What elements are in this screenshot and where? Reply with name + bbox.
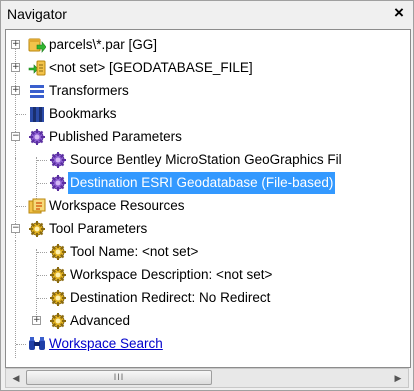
tree-item-destination-redirect[interactable]: Destination Redirect: No Redirect <box>6 287 410 309</box>
scroll-right-icon[interactable]: ▶ <box>389 369 407 387</box>
tree-item-label: Published Parameters <box>49 129 182 144</box>
source-dataset-icon <box>28 38 46 53</box>
tree-item-tool-parameters[interactable]: − Tool Parameters <box>6 218 410 240</box>
workspace-resources-icon <box>28 198 46 214</box>
expand-icon[interactable]: + <box>11 86 20 95</box>
tree-item-label: Tool Name: <not set> <box>70 244 199 259</box>
tree-item-source-parameter[interactable]: Source Bentley MicroStation GeoGraphics … <box>6 149 410 171</box>
tree-guide-line <box>37 275 47 276</box>
expand-icon[interactable]: + <box>11 40 20 49</box>
close-icon[interactable]: × <box>389 2 409 24</box>
tree-item-label: Advanced <box>70 313 131 328</box>
tree-guide-line <box>16 206 26 207</box>
navigator-tree[interactable]: + parcels\*.par [GG] + <not set> [GEODAT… <box>5 29 411 368</box>
tree-item-workspace-description[interactable]: Workspace Description: <not set> <box>6 264 410 286</box>
expand-icon[interactable]: + <box>11 63 20 72</box>
parameter-icon <box>50 152 66 168</box>
bookmarks-icon <box>30 107 44 122</box>
tree-item-label: Source Bentley MicroStation GeoGraphics … <box>70 152 342 167</box>
scroll-left-icon[interactable]: ◀ <box>7 369 25 387</box>
tree-item-workspace-resources[interactable]: Workspace Resources <box>6 195 410 217</box>
tree-guide-line <box>37 183 47 184</box>
tree-item-label: Transformers <box>49 83 129 98</box>
published-parameters-icon <box>29 129 45 145</box>
tool-parameter-icon <box>50 267 66 283</box>
scrollbar-thumb[interactable]: III <box>26 370 212 385</box>
tree-item-destination-parameter[interactable]: Destination ESRI Geodatabase (File-based… <box>6 172 410 194</box>
tool-parameter-icon <box>50 244 66 260</box>
collapse-icon[interactable]: − <box>11 132 20 141</box>
tree-item-label: <not set> [GEODATABASE_FILE] <box>49 60 253 75</box>
tree-item-bookmarks[interactable]: Bookmarks <box>6 103 410 125</box>
tree-item-label: Workspace Resources <box>49 198 185 213</box>
binoculars-icon <box>29 337 45 350</box>
panel-titlebar: Navigator × <box>1 1 413 27</box>
tree-item-label: parcels\*.par [GG] <box>49 37 158 52</box>
horizontal-scrollbar[interactable]: ◀ III ▶ <box>5 368 409 388</box>
tree-item-source-dataset[interactable]: + parcels\*.par [GG] <box>6 34 410 56</box>
tool-parameters-icon <box>29 221 45 237</box>
tool-parameter-icon <box>50 313 66 329</box>
parameter-icon <box>50 175 66 191</box>
workspace-search-link[interactable]: Workspace Search <box>49 333 163 355</box>
tree-guide-line <box>37 298 47 299</box>
transformers-icon <box>30 85 44 98</box>
tree-item-advanced[interactable]: + Advanced <box>6 310 410 332</box>
destination-dataset-icon <box>28 60 46 76</box>
expand-icon[interactable]: + <box>32 316 41 325</box>
tree-item-transformers[interactable]: + Transformers <box>6 80 410 102</box>
tree-item-label: Destination Redirect: No Redirect <box>70 290 271 305</box>
tree-item-published-parameters[interactable]: − Published Parameters <box>6 126 410 148</box>
tree-item-label: Workspace Description: <not set> <box>70 267 273 282</box>
tree-item-label: Tool Parameters <box>49 221 148 236</box>
panel-title: Navigator <box>7 6 67 22</box>
tree-item-label-selected: Destination ESRI Geodatabase (File-based… <box>68 172 336 194</box>
navigator-panel: Navigator × + parcels\*.par [GG] + <not … <box>0 0 414 391</box>
tool-parameter-icon <box>50 290 66 306</box>
tree-guide-line <box>16 344 26 345</box>
tree-item-destination-dataset[interactable]: + <not set> [GEODATABASE_FILE] <box>6 57 410 79</box>
tree-item-tool-name[interactable]: Tool Name: <not set> <box>6 241 410 263</box>
tree-guide-line <box>37 252 47 253</box>
tree-guide-line <box>16 114 26 115</box>
collapse-icon[interactable]: − <box>11 224 20 233</box>
tree-item-workspace-search[interactable]: Workspace Search <box>6 333 410 355</box>
tree-item-label: Bookmarks <box>49 106 117 121</box>
tree-guide-line <box>37 160 47 161</box>
